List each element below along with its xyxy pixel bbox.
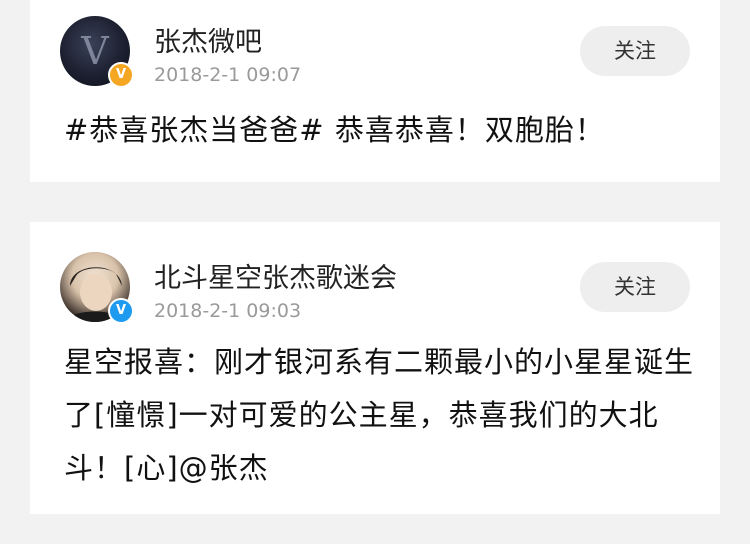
verified-badge-icon: V: [108, 62, 134, 88]
follow-button[interactable]: 关注: [580, 26, 690, 76]
post-timestamp: 2018-2-1 09:03: [154, 300, 302, 322]
follow-button[interactable]: 关注: [580, 262, 690, 312]
avatar[interactable]: V: [60, 252, 134, 324]
verified-badge-icon: V: [108, 298, 134, 324]
author-name[interactable]: 张杰微吧: [154, 20, 262, 59]
post-text: 星空报喜：刚才银河系有二颗最小的小星星诞生了[憧憬]一对可爱的公主星，恭喜我们的…: [64, 345, 695, 485]
post-card: V 北斗星空张杰歌迷会 2018-2-1 09:03 关注 星空报喜：刚才银河系…: [30, 222, 720, 514]
author-name[interactable]: 北斗星空张杰歌迷会: [154, 256, 397, 295]
post-timestamp: 2018-2-1 09:07: [154, 64, 302, 86]
post-text: #恭喜张杰当爸爸# 恭喜恭喜！双胞胎！: [64, 113, 605, 147]
post-card: V V 张杰微吧 2018-2-1 09:07 关注 #恭喜张杰当爸爸# 恭喜恭…: [30, 0, 720, 182]
avatar[interactable]: V V: [60, 16, 134, 88]
svg-text:V: V: [80, 29, 109, 73]
